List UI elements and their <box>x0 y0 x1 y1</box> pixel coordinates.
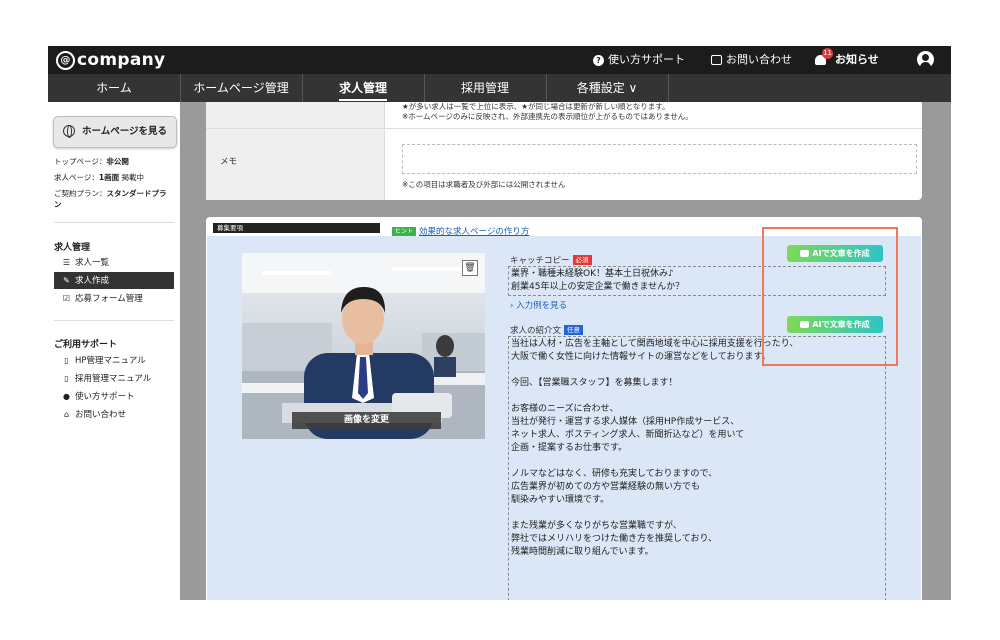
top-page-status: トップページ：非公開 <box>54 157 129 166</box>
memo-label: メモ <box>220 157 238 167</box>
ranking-note: ★が多い求人は一覧で上位に表示、★が同じ場合は更新が新しい順となります。 ※ホー… <box>402 102 693 122</box>
trash-icon[interactable]: 🗑 <box>462 260 478 276</box>
nav-jobs[interactable]: 求人管理 <box>302 74 425 102</box>
sidebar-item-label: HP管理マニュアル <box>75 356 146 366</box>
sidebar-item-label: 求人一覧 <box>75 258 110 268</box>
ai-button-highlight <box>762 227 898 366</box>
nav-recruiting[interactable]: 採用管理 <box>424 74 547 102</box>
nav-jobs-label: 求人管理 <box>338 81 387 101</box>
change-image-button[interactable]: 画像を変更 <box>292 412 441 429</box>
support-title: ご利用サポート <box>54 340 118 350</box>
support-link[interactable]: ? 使い方サポート <box>593 46 685 74</box>
at-icon: @ <box>56 51 75 70</box>
sidebar-item-usage-support[interactable]: ● 使い方サポート <box>54 388 174 405</box>
catch-copy-label: キャッチコピー 必須 <box>510 254 592 266</box>
question-icon: ● <box>63 392 70 401</box>
list-icon: ☰ <box>62 258 71 267</box>
contact-link[interactable]: お問い合わせ <box>711 46 792 74</box>
nav-settings[interactable]: 各種設定 ∨ <box>546 74 669 102</box>
section-tag: 募集要項 <box>213 223 380 233</box>
notice-link[interactable]: 11 お知らせ <box>815 46 879 74</box>
sidebar-item-label: 使い方サポート <box>75 392 135 402</box>
nav-settings-label: 各種設定 ∨ <box>576 81 638 95</box>
plan-status: ご契約プラン：スタンダードプラン <box>54 189 167 209</box>
sidebar-item-job-create[interactable]: ✎ 求人作成 <box>54 272 174 289</box>
memo-field[interactable] <box>402 144 917 174</box>
document-icon: ▯ <box>64 374 69 383</box>
user-avatar-icon[interactable] <box>917 51 934 68</box>
view-homepage-label: ホームページを見る <box>82 126 168 137</box>
nav-homepage-label: ホームページ管理 <box>193 81 289 95</box>
view-homepage-button[interactable]: ホームページを見る <box>53 116 177 148</box>
globe-icon <box>63 125 75 138</box>
top-bar: @ company ? 使い方サポート お問い合わせ 11 お知らせ <box>48 46 951 74</box>
notice-count-badge: 11 <box>822 48 833 59</box>
hint-badge: ヒント <box>392 227 417 236</box>
sidebar-item-label: 応募フォーム管理 <box>75 294 143 304</box>
sidebar-item-contact[interactable]: ⌂ お問い合わせ <box>54 406 174 423</box>
job-photo: 🗑 画像を変更 <box>242 253 485 439</box>
bell-icon: 11 <box>815 48 833 66</box>
sidebar-item-recruit-manual[interactable]: ▯ 採用管理マニュアル <box>54 370 174 387</box>
sidebar-item-label: お問い合わせ <box>75 410 127 420</box>
required-badge: 必須 <box>572 255 592 265</box>
intro-textarea[interactable]: 当社は人材・広告を主軸として関西地域を中心に採用支援を行ったり、 大阪で働く女性… <box>508 336 886 600</box>
ranking-note-line1: ★が多い求人は一覧で上位に表示、★が同じ場合は更新が新しい順となります。 <box>402 102 670 111</box>
example-link[interactable]: › 入力例を見る <box>510 299 567 311</box>
ranking-note-line2: ※ホームページのみに反映され、外部連携先の表示順位が上がるものではありません。 <box>402 112 693 121</box>
nav-home-label: ホーム <box>96 81 132 95</box>
document-icon: ▯ <box>64 356 69 365</box>
nav-recruiting-label: 採用管理 <box>460 81 509 95</box>
memo-note: ※この項目は求職者及び外部には公開されません <box>402 180 566 189</box>
home-icon <box>711 55 722 65</box>
contact-link-label: お問い合わせ <box>726 53 792 66</box>
nav-homepage[interactable]: ホームページ管理 <box>180 74 303 102</box>
support-link-label: 使い方サポート <box>608 53 685 66</box>
intro-label: 求人の紹介文 任意 <box>510 324 584 336</box>
label-column <box>206 102 385 200</box>
sidebar-item-label: 採用管理マニュアル <box>75 374 152 384</box>
home-icon: ⌂ <box>63 410 70 419</box>
sidebar: ホームページを見る トップページ：非公開 求人ページ：1画面 掲載中 ご契約プラ… <box>48 102 180 600</box>
sidebar-item-job-list[interactable]: ☰ 求人一覧 <box>54 254 174 271</box>
job-mgmt-title: 求人管理 <box>54 243 91 253</box>
edit-icon: ✎ <box>63 276 70 285</box>
main-nav: ホーム ホームページ管理 求人管理 採用管理 各種設定 ∨ <box>48 74 951 102</box>
optional-badge: 任意 <box>564 325 584 335</box>
nav-home[interactable]: ホーム <box>48 74 181 102</box>
settings-card: ★が多い求人は一覧で上位に表示、★が同じ場合は更新が新しい順となります。 ※ホー… <box>206 102 922 200</box>
sidebar-item-form-mgmt[interactable]: ☑ 応募フォーム管理 <box>54 290 174 307</box>
sidebar-item-label: 求人作成 <box>75 276 110 286</box>
logo-text: company <box>77 50 166 70</box>
sidebar-item-hp-manual[interactable]: ▯ HP管理マニュアル <box>54 352 174 369</box>
question-icon: ? <box>593 54 604 66</box>
logo[interactable]: @ company <box>56 50 165 70</box>
checkbox-icon: ☑ <box>62 294 71 303</box>
job-page-status: 求人ページ：1画面 掲載中 <box>54 173 144 182</box>
notice-link-label: お知らせ <box>835 53 879 66</box>
